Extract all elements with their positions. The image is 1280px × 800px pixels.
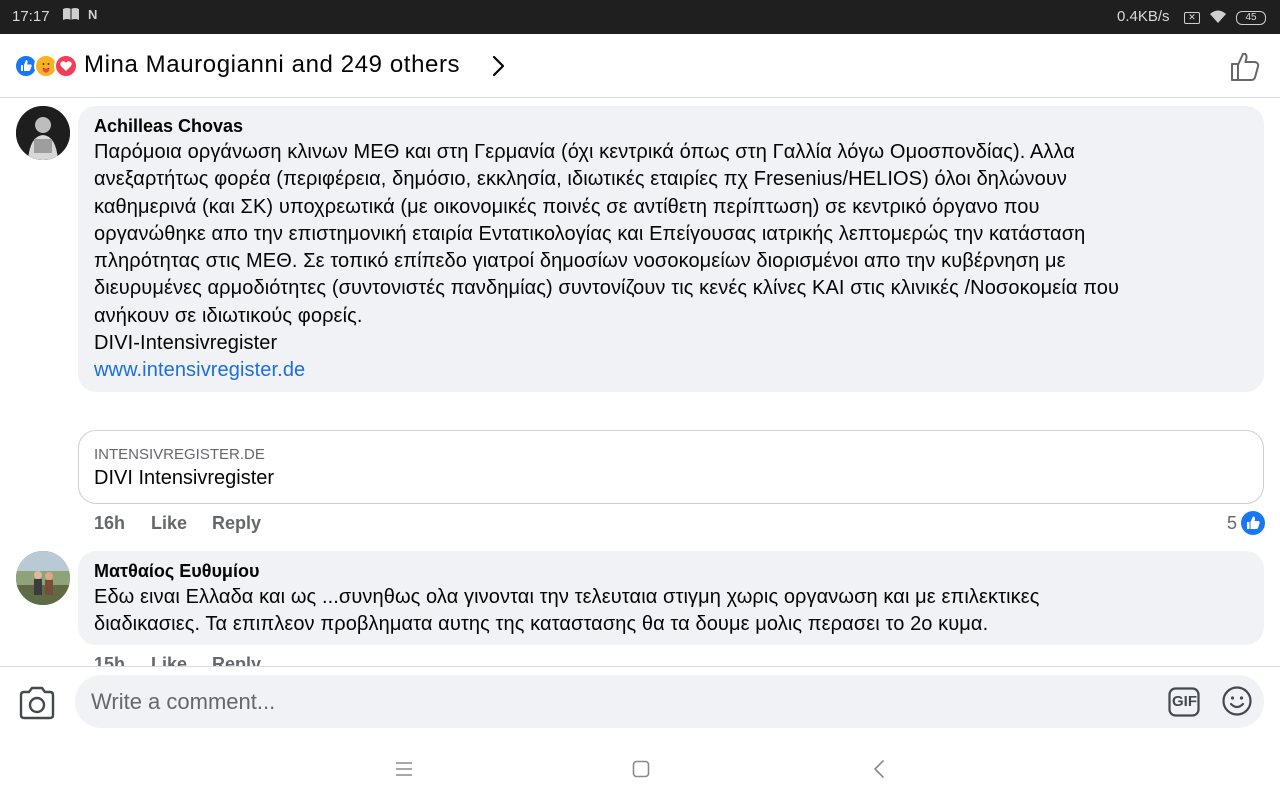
comment-time: 15h <box>94 654 126 666</box>
comment-text: Παρόμοια οργάνωση κλινων ΜΕΘ και στη Γερ… <box>94 139 1119 385</box>
comments-sheet: Mina Maurogianni and 249 others Achillea… <box>0 34 1280 736</box>
home-icon[interactable] <box>630 758 652 780</box>
status-time: 17:17 <box>12 8 50 25</box>
avatar[interactable] <box>16 551 70 605</box>
like-badge-icon <box>1241 511 1265 535</box>
thumbs-up-icon[interactable] <box>1228 50 1262 84</box>
comment-link[interactable]: www.intensivregister.de <box>94 357 1119 384</box>
wifi-icon <box>1208 8 1228 28</box>
like-button[interactable]: Like <box>151 513 187 534</box>
comment-input[interactable] <box>75 675 1264 728</box>
comment-time: 16h <box>94 513 126 533</box>
comment-like-count[interactable]: 5 <box>1227 513 1237 534</box>
reactions-header[interactable]: Mina Maurogianni and 249 others <box>0 34 1280 98</box>
comment-bubble[interactable]: Ματθαίος Ευθυμίου Εδω ειναι Ελλαδα και ω… <box>78 551 1264 645</box>
n-icon: N <box>88 7 98 22</box>
link-preview[interactable]: INTENSIVREGISTER.DE DIVI Intensivregiste… <box>78 430 1264 504</box>
like-button[interactable]: Like <box>151 654 187 666</box>
comment-line: πληρότητας στις ΜΕΘ. Σε τοπικό επίπεδο γ… <box>94 250 1066 273</box>
comment-line: καθημερινά (και ΣΚ) υποχρεωτικά (με οικο… <box>94 195 1040 218</box>
comment-line: DIVI-Intensivregister <box>94 332 278 355</box>
camera-icon[interactable] <box>18 685 56 721</box>
back-icon[interactable] <box>869 758 891 780</box>
love-reaction-icon <box>54 54 78 78</box>
status-bar: 17:17 N 0.4KB/s ✕ 45 <box>0 0 1280 34</box>
menu-icon[interactable] <box>393 758 415 780</box>
comment-composer: GIF <box>0 666 1280 736</box>
reaction-icons <box>14 54 80 78</box>
comment-line: Παρόμοια οργάνωση κλινων ΜΕΘ και στη Γερ… <box>94 141 1075 163</box>
preview-title: DIVI Intensivregister <box>94 467 275 489</box>
comment-line: διαδικασιες. Τα επιπλεον προβληματα αυτη… <box>94 613 989 636</box>
comment-line: ανεξαρτήτως φορέα (περιφέρεια, δημόσιο, … <box>94 168 1067 191</box>
comment-author[interactable]: Ματθαίος Ευθυμίου <box>94 561 259 582</box>
system-nav-bar <box>0 736 1280 800</box>
comment-line: ανήκουν σε ιδιωτικούς φορείς. <box>94 304 363 327</box>
comment-bubble[interactable]: Achilleas Chovas Παρόμοια οργάνωση κλινω… <box>78 106 1264 392</box>
battery-indicator: 45 <box>1236 11 1266 25</box>
comment-line: διευρυμένες αρμοδιότητες (συντονιστές πα… <box>94 277 1120 300</box>
comment-actions: 15h Like Reply <box>94 654 394 666</box>
comment-line: οργανώθηκε απο την επιστημονική εταιρία … <box>94 222 1086 245</box>
status-left-icons: N <box>62 7 97 24</box>
comment-text: Εδω ειναι Ελλαδα και ως ...συνηθως ολα γ… <box>94 584 1040 639</box>
gif-label: GIF <box>1172 693 1197 710</box>
comment-line: Εδω ειναι Ελλαδα και ως ...συνηθως ολα γ… <box>94 586 1040 608</box>
network-speed: 0.4KB/s <box>1117 8 1170 25</box>
comment-actions: 16h Like Reply <box>94 513 394 537</box>
emoji-icon[interactable] <box>1221 685 1253 717</box>
chevron-right-icon[interactable] <box>486 54 510 78</box>
sim-icon: ✕ <box>1184 12 1200 24</box>
comments-list: Achilleas Chovas Παρόμοια οργάνωση κλινω… <box>0 98 1280 666</box>
book-icon <box>62 7 80 24</box>
reply-button[interactable]: Reply <box>212 654 261 666</box>
preview-domain: INTENSIVREGISTER.DE <box>94 446 265 463</box>
avatar[interactable] <box>16 106 70 160</box>
reactors-summary[interactable]: Mina Maurogianni and 249 others <box>84 51 460 79</box>
reply-button[interactable]: Reply <box>212 513 261 534</box>
comment-author[interactable]: Achilleas Chovas <box>94 116 243 137</box>
